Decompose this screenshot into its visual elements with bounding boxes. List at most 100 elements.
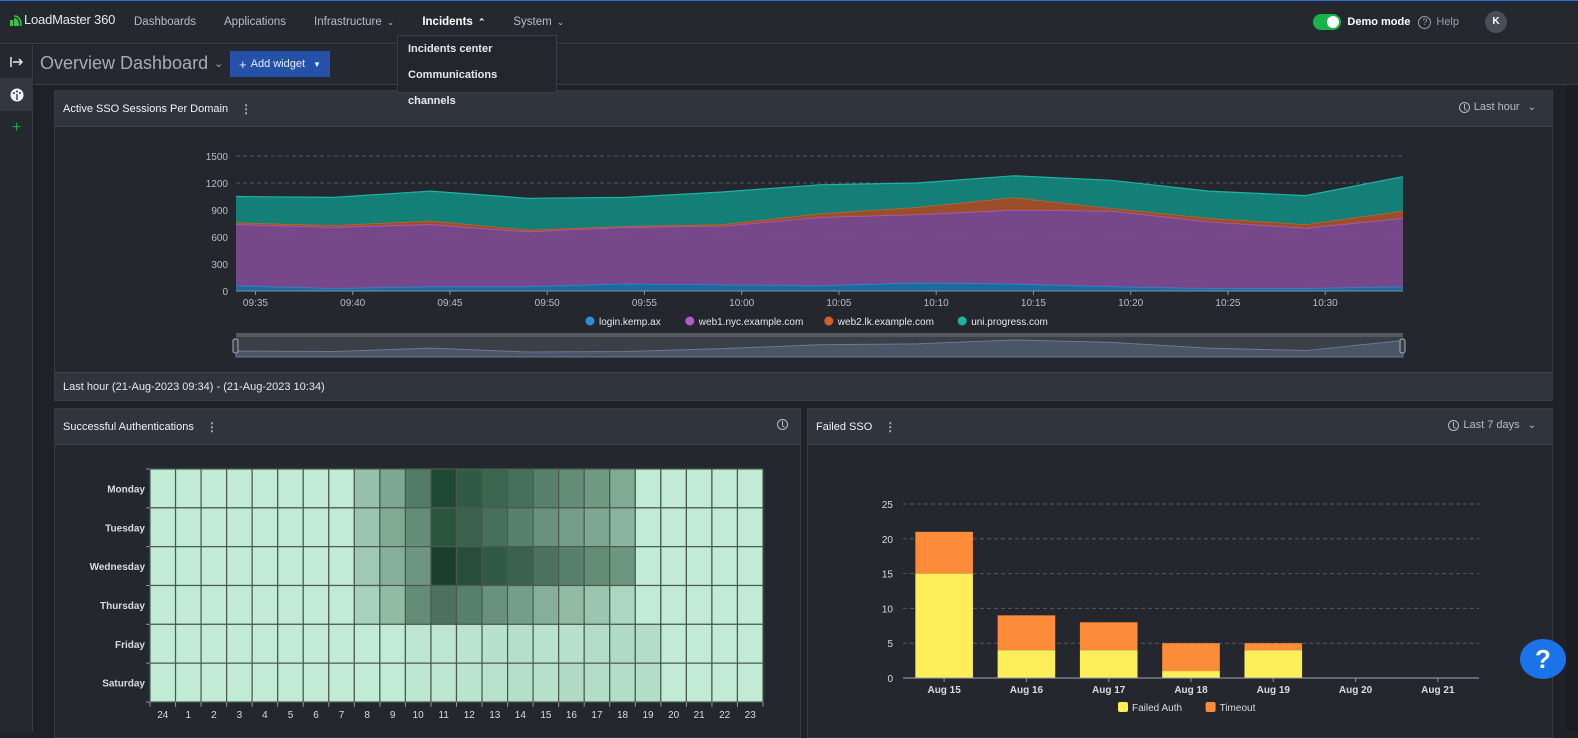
- heatmap-col-label: 23: [745, 710, 757, 721]
- heatmap-cell: [634, 546, 662, 587]
- x-tick-label: Aug 17: [1092, 685, 1126, 696]
- heatmap-cell: [379, 584, 407, 625]
- nav-incidents[interactable]: Incidents ⌃: [422, 16, 485, 28]
- heatmap-cell: [328, 546, 355, 587]
- heatmap-cell: [404, 546, 432, 587]
- heatmap-col-label: 3: [237, 710, 243, 721]
- y-tick-label: 0: [887, 674, 893, 685]
- heatmap-cell: [277, 507, 304, 548]
- heatmap-cell: [583, 662, 611, 703]
- chevron-down-icon: ⌄: [214, 58, 224, 70]
- menu-item-communications-channels[interactable]: Communications channels: [398, 62, 556, 107]
- demo-mode-toggle[interactable]: [1313, 14, 1342, 30]
- user-avatar[interactable]: K: [1485, 11, 1507, 33]
- dashboard-selector[interactable]: Overview Dashboard ⌄: [40, 53, 223, 74]
- heatmap-cell: [302, 507, 330, 548]
- bar-failed-auth: [1244, 650, 1303, 678]
- x-tick-label: Aug 18: [1174, 685, 1208, 696]
- heatmap-cell: [251, 623, 279, 664]
- add-widget-button[interactable]: + Add widget ▼: [230, 51, 330, 77]
- heatmap-cell: [277, 584, 304, 625]
- heatmap-cell: [660, 623, 687, 664]
- heatmap-cell: [277, 662, 304, 703]
- heatmap-cell: [251, 468, 279, 509]
- y-tick-label: 600: [211, 233, 228, 244]
- chevron-down-icon: ⌄: [1527, 419, 1536, 431]
- widget-failed-sso: Failed SSO ⋮ Last 7 days ⌄ 0 5 10 15 20 25 Aug…: [807, 408, 1553, 738]
- heatmap-col-label: 6: [313, 710, 319, 721]
- heatmap-col-label: 7: [339, 710, 345, 721]
- heatmap-cell: [736, 584, 764, 625]
- heatmap-cell: [685, 468, 713, 509]
- range-handle-right[interactable]: [1399, 338, 1406, 354]
- heatmap-cell: [174, 623, 202, 664]
- heatmap-cell: [200, 507, 228, 548]
- heatmap-cell: [353, 546, 381, 587]
- heatmap-cell: [455, 468, 483, 509]
- heatmap-cell: [302, 623, 330, 664]
- heatmap-cell: [200, 662, 228, 703]
- heatmap-cell: [481, 546, 509, 587]
- heatmap-cell: [481, 662, 509, 703]
- heatmap-cell: [634, 623, 662, 664]
- bar-timeout: [1244, 643, 1303, 651]
- kebab-menu-icon[interactable]: ⋮: [884, 420, 896, 434]
- app-logo[interactable]: LoadMaster 360: [10, 12, 115, 27]
- x-tick-label: 10:25: [1215, 298, 1240, 309]
- nav-dashboards[interactable]: Dashboards: [134, 16, 196, 28]
- chevron-down-icon: ⌄: [1527, 101, 1536, 113]
- heatmap-col-label: 22: [719, 710, 731, 721]
- widget-header: Failed SSO ⋮ Last 7 days ⌄: [808, 409, 1552, 445]
- help-fab-button[interactable]: ?: [1520, 639, 1566, 679]
- clock-icon: [777, 419, 788, 430]
- heatmap-cell: [430, 584, 458, 625]
- range-handle-left[interactable]: [232, 338, 239, 354]
- widget-footer: Last hour (21-Aug-2023 09:34) - (21-Aug-…: [55, 372, 1552, 400]
- bar-failed-auth: [997, 650, 1056, 678]
- heatmap-cell: [200, 546, 228, 587]
- dashboard-nav-button[interactable]: [0, 78, 33, 111]
- legend-marker: [585, 316, 595, 326]
- kebab-menu-icon[interactable]: ⋮: [206, 420, 218, 434]
- heatmap-cell: [149, 507, 177, 548]
- dashboard-header: Overview Dashboard ⌄ + Add widget ▼: [34, 45, 1578, 85]
- heatmap-col-label: 8: [364, 710, 370, 721]
- heatmap-col-label: 16: [566, 710, 578, 721]
- time-range-selector[interactable]: Last 7 days ⌄: [1448, 419, 1536, 431]
- kebab-menu-icon[interactable]: ⋮: [240, 102, 252, 116]
- heatmap-cell: [302, 468, 330, 509]
- heatmap-cell: [609, 546, 636, 587]
- menu-item-incidents-center[interactable]: Incidents center: [398, 36, 556, 62]
- heatmap-cell: [379, 662, 407, 703]
- heatmap-cell: [430, 662, 458, 703]
- heatmap-cell: [634, 507, 662, 548]
- heatmap-cell: [532, 546, 560, 587]
- heatmap-cell: [277, 623, 304, 664]
- heatmap-cell: [353, 584, 381, 625]
- heatmap-cell: [149, 584, 177, 625]
- heatmap-cell: [634, 584, 662, 625]
- heatmap-col-label: 2: [211, 710, 217, 721]
- heatmap-cell: [685, 546, 713, 587]
- nav-infrastructure[interactable]: Infrastructure ⌄: [314, 16, 394, 28]
- heatmap-cell: [532, 584, 560, 625]
- x-tick-label: 10:05: [826, 298, 851, 309]
- expand-sidebar-button[interactable]: [0, 45, 33, 78]
- heatmap-cell: [174, 546, 202, 587]
- y-tick-label: 5: [887, 639, 893, 650]
- nav-system[interactable]: System ⌄: [513, 16, 564, 28]
- heatmap-cell: [328, 623, 355, 664]
- nav-applications[interactable]: Applications: [224, 16, 286, 28]
- add-dashboard-button[interactable]: +: [0, 111, 33, 144]
- top-nav-bar: LoadMaster 360 Dashboards Applications I…: [0, 0, 1578, 44]
- time-range-selector[interactable]: Last hour ⌄: [1458, 101, 1536, 113]
- caret-down-icon: ▼: [313, 59, 321, 69]
- heatmap-cell: [226, 662, 253, 703]
- time-range-selector[interactable]: [777, 419, 792, 430]
- heatmap-cell: [711, 662, 739, 703]
- heatmap-cell: [226, 584, 253, 625]
- help-link[interactable]: Help: [1436, 16, 1459, 28]
- heatmap-cell: [353, 468, 381, 509]
- page-title: Overview Dashboard: [40, 53, 209, 73]
- help-circle-icon[interactable]: ?: [1418, 15, 1432, 29]
